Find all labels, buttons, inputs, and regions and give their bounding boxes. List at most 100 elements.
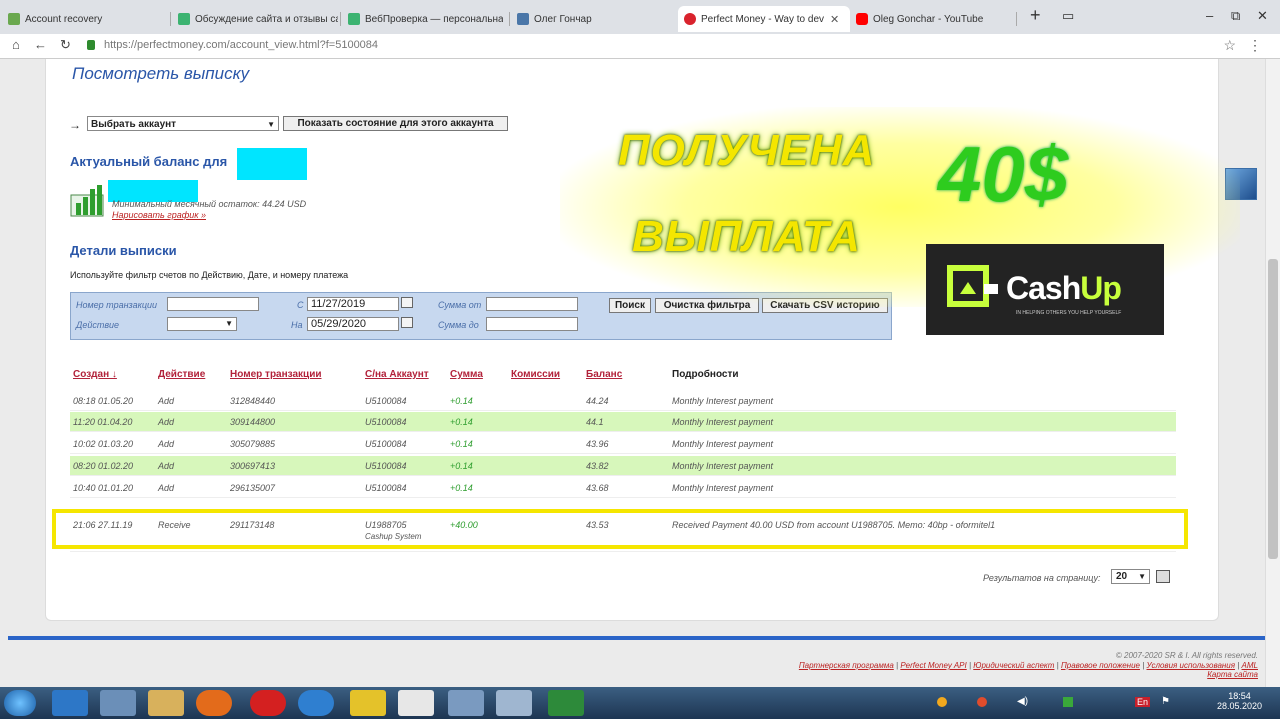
date-from-label: С bbox=[297, 300, 304, 310]
bookmark-star-icon[interactable]: ☆ bbox=[1223, 37, 1236, 54]
flag-icon[interactable]: ⚑ bbox=[1161, 696, 1170, 707]
col-balance[interactable]: Баланс bbox=[586, 369, 622, 380]
tab-account-recovery[interactable]: Account recovery bbox=[8, 6, 168, 32]
close-window-icon[interactable]: ✕ bbox=[1257, 8, 1268, 24]
paint-icon[interactable] bbox=[496, 690, 532, 716]
promo-payout-text: ВЫПЛАТА bbox=[632, 212, 861, 261]
wallet-icon bbox=[947, 265, 998, 307]
tab-youtube[interactable]: Oleg Gonchar - YouTube bbox=[856, 6, 1011, 32]
calendar-icon[interactable] bbox=[401, 297, 413, 308]
redacted-account-box bbox=[237, 148, 307, 180]
app-grid-icon[interactable] bbox=[398, 690, 434, 716]
ie-icon[interactable] bbox=[52, 690, 88, 716]
balance-heading: Актуальный баланс для bbox=[70, 154, 228, 169]
settings-tool-icon[interactable] bbox=[448, 690, 484, 716]
footer-link[interactable]: Правовое положение bbox=[1061, 661, 1140, 670]
account-select-value: Выбрать аккаунт bbox=[91, 119, 177, 130]
col-amount[interactable]: Сумма bbox=[450, 369, 483, 380]
scrollbar-thumb[interactable] bbox=[1268, 259, 1278, 559]
chevron-down-icon: ▼ bbox=[1138, 572, 1146, 581]
date-to-input[interactable]: 05/29/2020 bbox=[307, 317, 399, 331]
start-button-icon[interactable] bbox=[4, 690, 36, 716]
sum-from-label: Сумма от bbox=[438, 300, 482, 310]
tab-perfect-money[interactable]: Perfect Money - Way to dev ✕ bbox=[678, 6, 850, 32]
tray-icon[interactable] bbox=[937, 697, 947, 707]
page-viewport: Посмотреть выписку → Выбрать аккаунт ▼ П… bbox=[0, 59, 1280, 687]
tab-title: Олег Гончар bbox=[534, 13, 592, 25]
opera-icon[interactable] bbox=[250, 690, 286, 716]
footer-link[interactable]: AML bbox=[1242, 661, 1258, 670]
col-created[interactable]: Создан ↓ bbox=[73, 369, 117, 380]
vk-favicon-icon bbox=[517, 13, 529, 25]
bar-chart-icon bbox=[70, 185, 104, 217]
calendar-icon[interactable] bbox=[401, 317, 413, 328]
upload-icon[interactable] bbox=[350, 690, 386, 716]
scrollbar[interactable] bbox=[1265, 59, 1280, 687]
table-row: 10:40 01.01.20 Add 296135007 U5100084 +0… bbox=[70, 478, 1176, 498]
tab-forum[interactable]: Обсуждение сайта и отзывы са bbox=[178, 6, 338, 32]
per-page-value: 20 bbox=[1116, 571, 1128, 582]
tab-vk-oleg[interactable]: Олег Гончар bbox=[517, 6, 672, 32]
browser-tab-strip: Account recovery Обсуждение сайта и отзы… bbox=[0, 0, 1280, 34]
footer-link[interactable]: Юридический аспект bbox=[973, 661, 1054, 670]
draw-chart-link[interactable]: Нарисовать график » bbox=[112, 210, 206, 220]
tab-webproverka[interactable]: ВебПроверка — персональная bbox=[348, 6, 503, 32]
firefox-icon[interactable] bbox=[196, 690, 232, 716]
restore-icon[interactable]: ⧉ bbox=[1231, 8, 1240, 24]
footer-link[interactable]: Условия использования bbox=[1147, 661, 1236, 670]
date-from-input[interactable]: 11/27/2019 bbox=[307, 297, 399, 311]
filter-hint: Используйте фильтр счетов по Действию, Д… bbox=[70, 270, 349, 280]
tab-title: ВебПроверка — персональная bbox=[365, 13, 503, 25]
show-account-state-button[interactable]: Показать состояние для этого аккаунта bbox=[283, 116, 508, 131]
txn-filter-label: Номер транзакции bbox=[76, 300, 158, 310]
per-page-label: Результатов на страницу: bbox=[983, 573, 1101, 583]
promo-amount: 40$ bbox=[938, 130, 1069, 218]
sum-to-input[interactable] bbox=[486, 317, 578, 331]
language-indicator[interactable]: En bbox=[1135, 697, 1151, 707]
explorer-icon[interactable] bbox=[148, 690, 184, 716]
action-select[interactable]: ▼ bbox=[167, 317, 237, 331]
sitemap-link[interactable]: Карта сайта bbox=[1207, 670, 1258, 679]
cashup-tagline: IN HELPING OTHERS YOU HELP YOURSELF bbox=[1016, 310, 1122, 316]
table-row: 10:02 01.03.20 Add 305079885 U5100084 +0… bbox=[70, 434, 1176, 454]
footer-link[interactable]: Партнерская программа bbox=[799, 661, 894, 670]
close-tab-icon[interactable]: ✕ bbox=[830, 13, 839, 26]
table-row: 08:18 01.05.20 Add 312848440 U5100084 +0… bbox=[70, 391, 1176, 411]
col-txn-number[interactable]: Номер транзакции bbox=[230, 369, 322, 380]
windows-taskbar: ◀) En ⚑ 18:54 28.05.2020 bbox=[0, 687, 1280, 719]
table-row: 11:20 01.04.20 Add 309144800 U5100084 +0… bbox=[70, 412, 1176, 432]
notepad-icon[interactable] bbox=[100, 690, 136, 716]
account-select[interactable]: Выбрать аккаунт ▼ bbox=[87, 116, 279, 131]
url-field[interactable]: https://perfectmoney.com/account_view.ht… bbox=[104, 39, 378, 51]
chevron-down-icon: ▼ bbox=[267, 120, 275, 129]
arrow-icon: → bbox=[69, 118, 81, 132]
minimize-icon[interactable]: – bbox=[1206, 8, 1213, 23]
action-filter-label: Действие bbox=[76, 320, 120, 330]
col-action[interactable]: Действие bbox=[158, 369, 205, 380]
new-tab-icon[interactable]: + bbox=[1030, 5, 1041, 26]
back-icon[interactable]: ← bbox=[34, 37, 47, 52]
tray-icon[interactable] bbox=[977, 697, 987, 707]
col-account[interactable]: С/на Аккаунт bbox=[365, 369, 429, 380]
table-row: 08:20 01.02.20 Add 300697413 U5100084 +0… bbox=[70, 456, 1176, 476]
per-page-select[interactable]: 20 ▼ bbox=[1111, 569, 1150, 584]
tray-icon[interactable] bbox=[1063, 697, 1073, 707]
highlight-frame bbox=[52, 509, 1188, 549]
screenshot-tool-icon[interactable] bbox=[548, 690, 584, 716]
col-fees[interactable]: Комиссии bbox=[511, 369, 560, 380]
print-icon[interactable] bbox=[1156, 570, 1170, 583]
pm-favicon-icon bbox=[684, 13, 696, 25]
reload-icon[interactable]: ↻ bbox=[60, 37, 71, 53]
clock-date: 28.05.2020 bbox=[1216, 701, 1262, 711]
sum-to-label: Сумма до bbox=[438, 320, 479, 330]
home-icon[interactable]: ⌂ bbox=[12, 37, 20, 52]
system-clock[interactable]: 18:54 28.05.2020 bbox=[1217, 691, 1262, 711]
footer-link[interactable]: Perfect Money API bbox=[900, 661, 966, 670]
txn-number-input[interactable] bbox=[167, 297, 259, 311]
browser-menu-icon[interactable]: ⋮ bbox=[1248, 37, 1262, 54]
tab-search-icon[interactable]: ▭ bbox=[1062, 8, 1074, 24]
min-balance-text: Минимальный месячный остаток: 44.24 USD bbox=[112, 199, 307, 209]
volume-icon[interactable]: ◀) bbox=[1017, 696, 1028, 707]
details-heading: Детали выписки bbox=[70, 243, 177, 258]
telegram-icon[interactable] bbox=[298, 690, 334, 716]
